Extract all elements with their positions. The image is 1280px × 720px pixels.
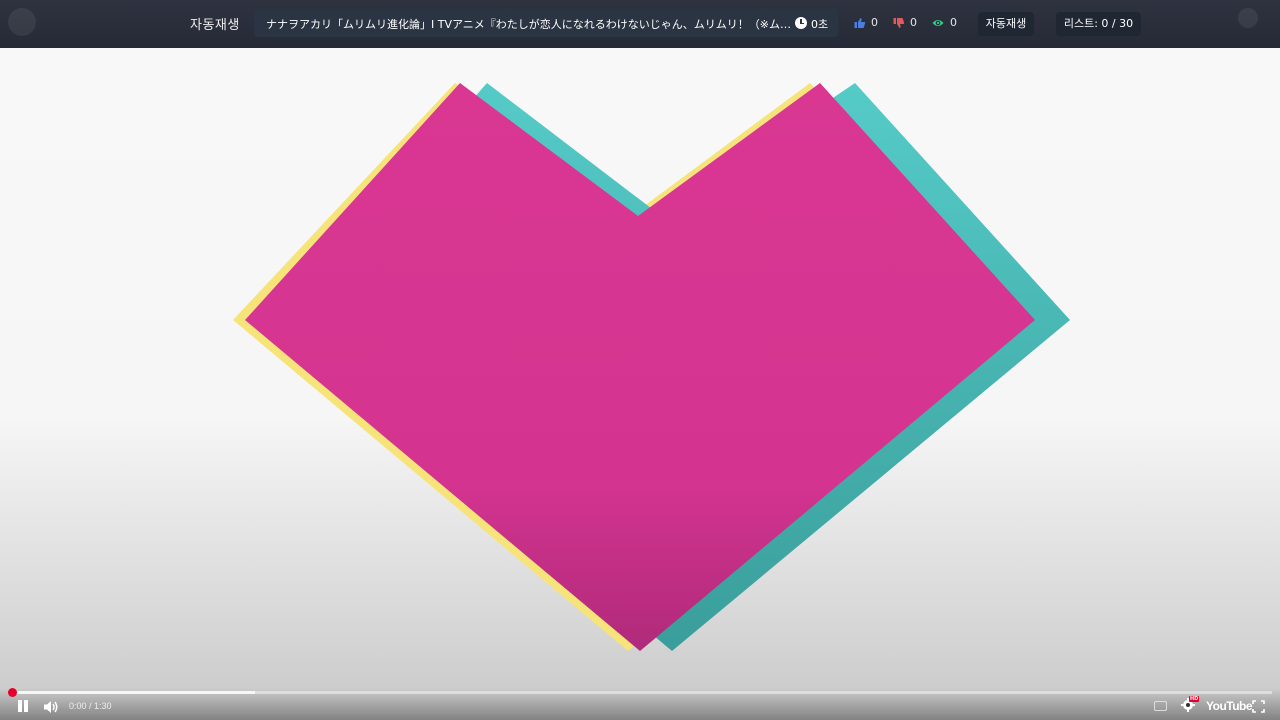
youtube-logo[interactable]: YouTube: [1206, 699, 1253, 713]
heart-graphic: [233, 83, 1070, 651]
view-count: 0: [950, 16, 957, 29]
buffered-bar: [12, 691, 256, 694]
volume-icon[interactable]: [43, 699, 59, 715]
video-title-box[interactable]: ナナヲアカリ「ムリムリ進化論」I TVアニメ『わたしが恋人になれるわけないじゃん…: [254, 9, 838, 37]
close-icon[interactable]: [1238, 8, 1258, 28]
progress-bar[interactable]: [12, 691, 1272, 694]
autoplay-button[interactable]: 자동재생: [978, 12, 1034, 36]
elapsed-seconds: 0초: [811, 18, 829, 31]
playlist-counter-button[interactable]: 리스트: 0 / 30: [1056, 12, 1141, 36]
thumb-up-icon[interactable]: [854, 17, 866, 29]
hd-badge: HD: [1189, 696, 1200, 702]
video-frame[interactable]: 0:00 / 1:30 HD YouTube: [0, 48, 1280, 720]
dislike-count: 0: [910, 16, 917, 29]
autoplay-heading: 자동재생: [190, 18, 240, 33]
thumb-down-icon[interactable]: [893, 17, 905, 29]
fullscreen-icon[interactable]: [1252, 700, 1265, 713]
captions-icon[interactable]: [1154, 701, 1167, 711]
video-title: ナナヲアカリ「ムリムリ進化論」I TVアニメ『わたしが恋人になれるわけないじゃん…: [266, 18, 791, 31]
scrub-handle[interactable]: [8, 688, 17, 697]
top-bar: 자동재생 ナナヲアカリ「ムリムリ進化論」I TVアニメ『わたしが恋人になれるわけ…: [0, 0, 1280, 48]
eye-icon: [932, 20, 944, 26]
like-count: 0: [871, 16, 878, 29]
pause-icon[interactable]: [17, 700, 29, 714]
time-display: 0:00 / 1:30: [69, 701, 112, 711]
clock-icon: [795, 17, 807, 29]
menu-icon[interactable]: [8, 8, 36, 36]
